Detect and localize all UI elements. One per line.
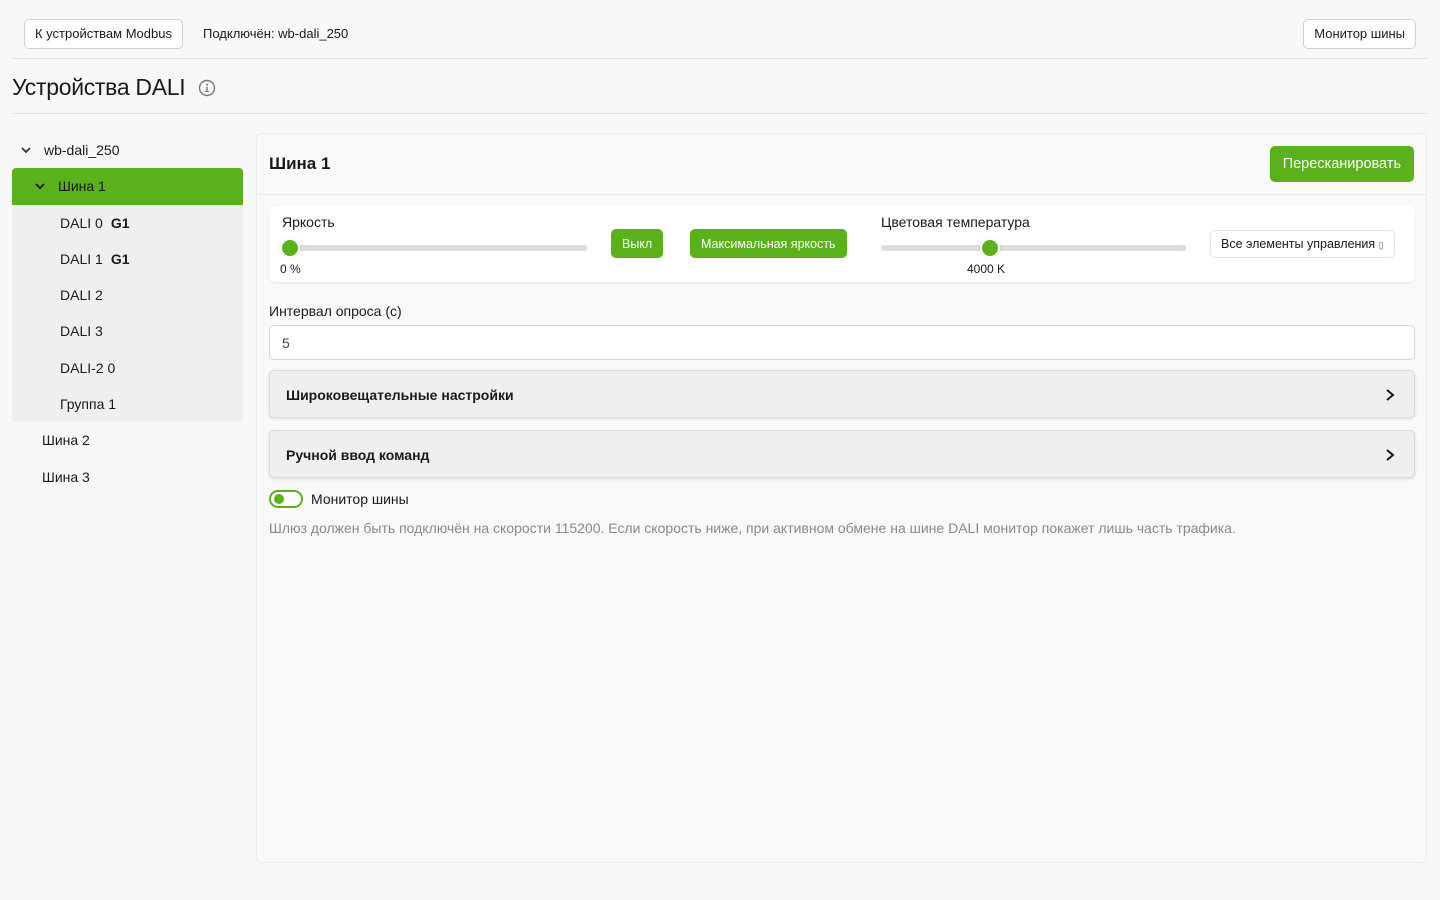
bus-panel-header: Шина 1 Пересканировать <box>257 134 1426 195</box>
off-button[interactable]: Выкл <box>611 229 664 258</box>
toggle-knob <box>274 494 284 504</box>
brightness-label: Яркость <box>282 214 335 230</box>
device-label: DALI 1 <box>60 251 103 267</box>
page-header: Устройства DALI <box>12 60 1428 114</box>
broadcast-controls-card: Яркость 0 % Выкл Максимальная яркость Цв… <box>269 206 1415 282</box>
device-label: DALI 3 <box>60 323 103 339</box>
accordion-title: Широковещательные настройки <box>286 387 514 403</box>
bus-title: Шина 1 <box>269 154 331 173</box>
tree-root-label: wb-dali_250 <box>44 142 120 158</box>
bus-monitor-hint: Шлюз должен быть подключён на скорости 1… <box>269 520 1236 536</box>
brightness-value: 0 % <box>280 262 301 276</box>
brightness-slider-track[interactable] <box>282 245 587 251</box>
tree-item-device[interactable]: DALI 0 G1 <box>12 205 243 241</box>
max-brightness-button[interactable]: Максимальная яркость <box>690 229 847 258</box>
tree-item-device[interactable]: DALI 1 G1 <box>12 241 243 277</box>
top-bar: К устройствам Modbus Подключён: wb-dali_… <box>12 8 1428 59</box>
group-badge: G1 <box>110 215 130 231</box>
bus-monitor-button[interactable]: Монитор шины <box>1303 19 1416 49</box>
brightness-slider-thumb[interactable] <box>282 240 298 256</box>
device-label: DALI 0 <box>60 215 103 231</box>
device-label: DALI 2 <box>60 287 103 303</box>
chevron-down-icon[interactable] <box>34 180 46 192</box>
tree-bus-label: Шина 1 <box>58 178 106 194</box>
broadcast-settings-accordion[interactable]: Широковещательные настройки <box>269 370 1415 418</box>
connection-status: Подключён: wb-dali_250 <box>203 26 349 41</box>
bus-monitor-toggle[interactable] <box>269 490 303 508</box>
chevron-down-icon[interactable] <box>20 144 32 156</box>
color-temperature-slider-thumb[interactable] <box>982 240 999 256</box>
device-label: DALI-2 0 <box>60 360 116 376</box>
tree-item-group[interactable]: Группа 1 <box>12 386 243 422</box>
poll-interval-label: Интервал опроса (с) <box>269 303 402 319</box>
bus-monitor-toggle-label: Монитор шины <box>311 491 409 507</box>
settings-icon: ▯ <box>1378 240 1384 250</box>
tree-item-device[interactable]: DALI 3 <box>12 313 243 349</box>
tree-item-bus-2[interactable]: Шина 2 <box>12 422 243 458</box>
group-badge: G1 <box>110 251 130 267</box>
tree-bus-label: Шина 3 <box>42 469 90 485</box>
color-temperature-label: Цветовая температура <box>881 214 1030 230</box>
tree-item-active-bus[interactable]: Шина 1 <box>12 168 243 205</box>
tree-bus-label: Шина 2 <box>42 432 90 448</box>
page-title: Устройства DALI <box>12 74 186 100</box>
color-temperature-value: 4000 K <box>967 262 1006 276</box>
chevron-right-icon <box>1386 449 1395 461</box>
rescan-button[interactable]: Пересканировать <box>1269 146 1414 182</box>
tree-item-device[interactable]: DALI 2 <box>12 277 243 313</box>
chevron-right-icon <box>1386 389 1395 401</box>
tree-item-device[interactable]: DALI-2 0 <box>12 350 243 386</box>
tree-item-bus-3[interactable]: Шина 3 <box>12 459 243 495</box>
modbus-devices-button[interactable]: К устройствам Modbus <box>24 19 183 49</box>
accordion-title: Ручной ввод команд <box>286 447 430 463</box>
bus-panel: Шина 1 Пересканировать Яркость 0 % Выкл … <box>256 133 1427 863</box>
group-label: Группа 1 <box>60 396 117 412</box>
poll-interval-input[interactable] <box>269 325 1415 360</box>
info-icon[interactable] <box>198 79 216 97</box>
color-temperature-slider-track[interactable] <box>881 245 1186 251</box>
all-controls-label: Все элементы управления <box>1221 237 1376 251</box>
all-controls-button[interactable]: Все элементы управления ▯ <box>1210 230 1395 258</box>
tree-root-gateway[interactable]: wb-dali_250 <box>12 132 243 168</box>
manual-commands-accordion[interactable]: Ручной ввод команд <box>269 430 1415 478</box>
